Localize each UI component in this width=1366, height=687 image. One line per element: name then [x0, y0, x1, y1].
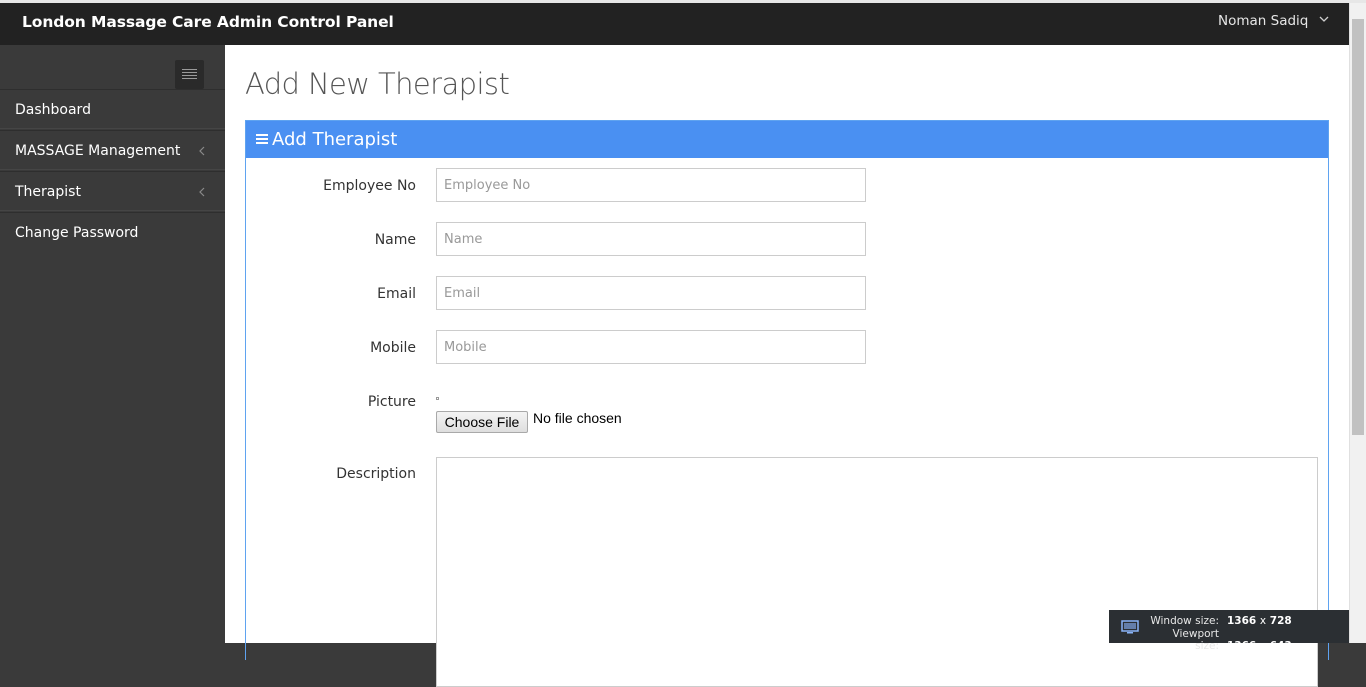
- viewport-width: 1366: [1227, 640, 1257, 652]
- monitor-icon: [1121, 620, 1139, 634]
- choose-file-button[interactable]: Choose File: [436, 411, 528, 433]
- sidebar-item-label: Therapist: [15, 184, 81, 200]
- window-size-label: Window size:: [1150, 615, 1219, 627]
- user-menu[interactable]: Noman Sadiq: [1218, 13, 1329, 29]
- page-title: Add New Therapist: [245, 67, 510, 101]
- sidebar: Dashboard MASSAGE Management Therapist C…: [0, 45, 225, 643]
- window-size-row: Window size: 1366 x 728: [1147, 615, 1347, 627]
- panel-header: Add Therapist: [246, 121, 1328, 158]
- description-textarea[interactable]: [436, 457, 1318, 687]
- window-height: 728: [1269, 615, 1292, 627]
- sidebar-item-massage-management[interactable]: MASSAGE Management: [0, 130, 225, 170]
- sidebar-item-label: Change Password: [15, 225, 139, 241]
- scrollbar-thumb[interactable]: [1352, 19, 1364, 435]
- add-therapist-panel: Add Therapist Employee No Name Email Mob…: [245, 120, 1329, 687]
- sidebar-item-change-password[interactable]: Change Password: [0, 212, 225, 252]
- description-label: Description: [336, 466, 416, 482]
- brand-title[interactable]: London Massage Care Admin Control Panel: [22, 13, 394, 31]
- email-label: Email: [377, 286, 416, 302]
- mobile-label: Mobile: [370, 340, 416, 356]
- user-name: Noman Sadiq: [1218, 13, 1309, 29]
- file-status-text: No file chosen: [533, 410, 622, 426]
- top-navbar: London Massage Care Admin Control Panel …: [0, 0, 1366, 45]
- window-width: 1366: [1227, 615, 1257, 627]
- picture-preview: [436, 397, 439, 400]
- name-label: Name: [374, 232, 416, 248]
- hamburger-icon-bar: [182, 78, 197, 79]
- sidebar-item-label: Dashboard: [15, 102, 91, 118]
- email-input[interactable]: [436, 276, 866, 310]
- hamburger-icon: [182, 69, 197, 70]
- mobile-input[interactable]: [436, 330, 866, 364]
- viewport-size-label: Viewport size:: [1172, 628, 1219, 652]
- sidebar-item-dashboard[interactable]: Dashboard: [0, 89, 225, 129]
- viewport-height: 643: [1269, 640, 1292, 652]
- sidebar-toggle-button[interactable]: [175, 60, 204, 89]
- picture-label: Picture: [367, 394, 416, 410]
- window-size-overlay: Window size: 1366 x 728 Viewport size: 136…: [1109, 610, 1349, 652]
- sidebar-item-therapist[interactable]: Therapist: [0, 171, 225, 211]
- hamburger-icon-bar: [182, 72, 197, 73]
- chevron-left-icon: [199, 146, 205, 156]
- hamburger-icon-bar: [182, 75, 197, 76]
- sidebar-menu: Dashboard MASSAGE Management Therapist C…: [0, 89, 225, 252]
- chevron-down-icon: [1319, 16, 1329, 22]
- viewport-size-row: Viewport size: 1366 x 643: [1147, 628, 1347, 652]
- panel-title: Add Therapist: [272, 129, 398, 150]
- employee-no-label: Employee No: [323, 178, 416, 194]
- name-input[interactable]: [436, 222, 866, 256]
- bars-icon: [256, 134, 268, 145]
- main-content: Add New Therapist Add Therapist Employee…: [225, 45, 1349, 687]
- sidebar-item-label: MASSAGE Management: [15, 143, 181, 159]
- chevron-left-icon: [199, 187, 205, 197]
- page-scrollbar[interactable]: [1349, 3, 1366, 643]
- size-separator: x: [1259, 615, 1267, 627]
- employee-no-input[interactable]: [436, 168, 866, 202]
- size-separator: x: [1259, 640, 1267, 652]
